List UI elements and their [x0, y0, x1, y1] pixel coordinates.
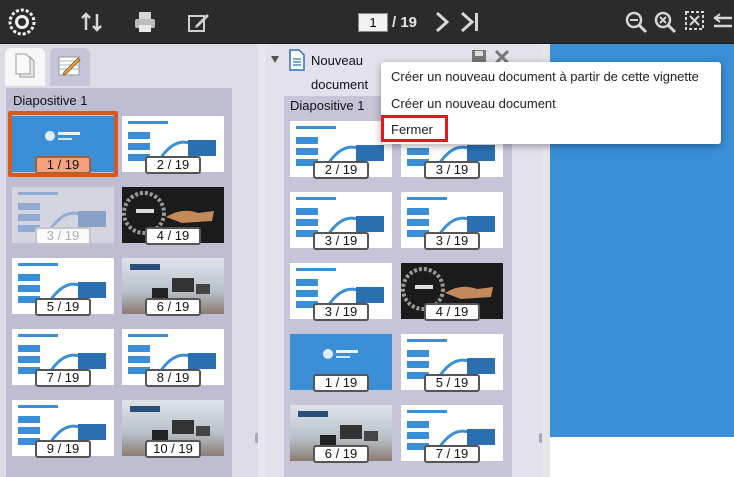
page-badge: 3 / 19: [313, 303, 369, 321]
last-page-icon[interactable]: [456, 8, 484, 36]
collapse-panel-icon[interactable]: [712, 8, 734, 36]
menu-item-new-from-thumbnail[interactable]: Créer un nouveau document à partir de ce…: [391, 69, 699, 84]
highlight-box: [381, 115, 448, 142]
document-tab[interactable]: [5, 48, 45, 86]
page-badge: 1 / 19: [35, 156, 91, 174]
page-badge: 3 / 19: [424, 232, 480, 250]
zoom-out-icon[interactable]: [622, 8, 650, 36]
annotation-tab[interactable]: [50, 48, 90, 86]
page-badge: 1 / 19: [313, 374, 369, 392]
document-icon: [288, 49, 306, 74]
document-tab-icon: [14, 53, 36, 82]
toolbar: 1 / 19: [0, 0, 734, 44]
zoom-region-icon[interactable]: [682, 8, 710, 36]
edit-icon[interactable]: [185, 8, 213, 36]
right-group-title: Diapositive 1: [290, 98, 365, 113]
left-group-title: Diapositive 1: [13, 93, 88, 108]
logo-icon: [6, 7, 38, 37]
page-badge: 4 / 19: [424, 303, 480, 321]
page-badge: 4 / 19: [145, 227, 201, 245]
page-badge: 2 / 19: [313, 161, 369, 179]
document-title-line1: Nouveau: [311, 53, 364, 68]
print-icon[interactable]: [131, 8, 159, 36]
document-title-line2: document: [311, 77, 369, 92]
page-badge: 3 / 19: [424, 161, 480, 179]
page-badge: 5 / 19: [424, 374, 480, 392]
annotation-tab-icon: [58, 54, 82, 81]
page-number-input[interactable]: 1: [358, 13, 388, 32]
page-badge: 6 / 19: [145, 298, 201, 316]
page-badge: 10 / 19: [145, 440, 201, 458]
menu-item-new-document[interactable]: Créer un nouveau document: [391, 96, 556, 111]
page-badge: 7 / 19: [35, 369, 91, 387]
page-badge: 7 / 19: [424, 445, 480, 463]
page-badge: 8 / 19: [145, 369, 201, 387]
zoom-reset-icon[interactable]: [651, 8, 679, 36]
page-badge: 2 / 19: [145, 156, 201, 174]
page-badge: 3 / 19: [35, 227, 91, 245]
panel-divider[interactable]: [258, 44, 266, 477]
collapse-triangle-icon[interactable]: [270, 52, 280, 67]
chevron-right-icon[interactable]: [428, 8, 456, 36]
page-badge: 9 / 19: [35, 440, 91, 458]
page-badge: 6 / 19: [313, 445, 369, 463]
sort-icon[interactable]: [78, 8, 106, 36]
page-total: / 19: [392, 14, 418, 31]
page-badge: 5 / 19: [35, 298, 91, 316]
page-badge: 3 / 19: [313, 232, 369, 250]
